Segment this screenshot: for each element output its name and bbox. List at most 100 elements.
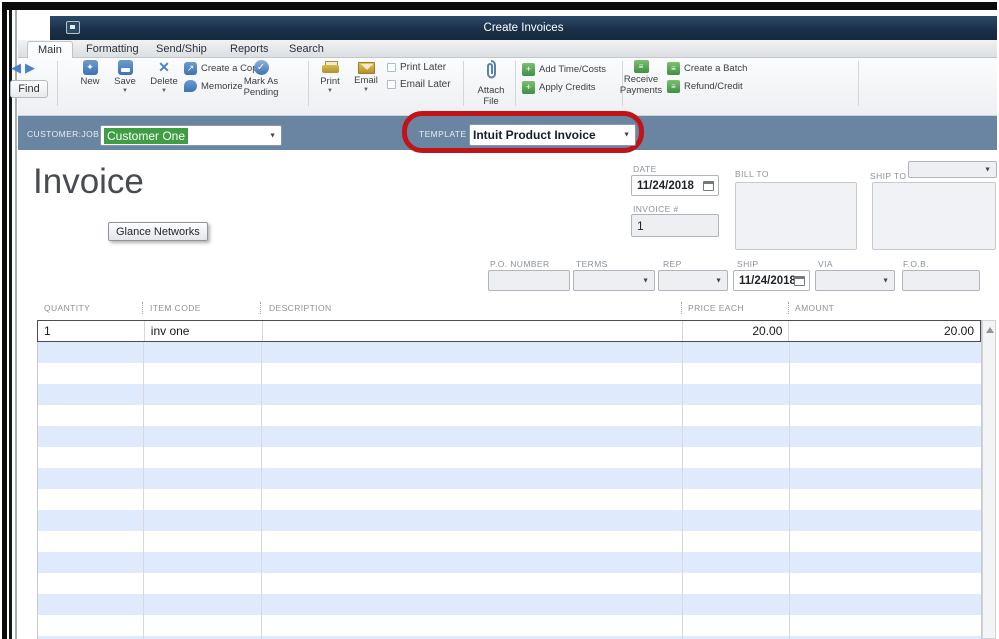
- tab-main[interactable]: Main: [27, 41, 73, 58]
- bill-to-box[interactable]: [735, 182, 857, 250]
- new-button[interactable]: ✦ New: [72, 60, 108, 87]
- grid-left-edge: [37, 320, 38, 639]
- rep-dropdown[interactable]: [658, 270, 728, 291]
- print-later-checkbox-icon[interactable]: [387, 63, 396, 72]
- apply-credits-button[interactable]: Apply Credits: [522, 81, 596, 94]
- delete-icon: [157, 60, 172, 75]
- chevron-down-icon[interactable]: [642, 277, 649, 284]
- po-number-field[interactable]: [488, 270, 570, 291]
- item-code-cell[interactable]: inv one: [144, 321, 262, 341]
- description-cell[interactable]: [262, 321, 682, 341]
- ship-to-box[interactable]: [872, 182, 996, 250]
- line-items-grid[interactable]: [38, 342, 981, 639]
- email-later-checkbox-icon[interactable]: [387, 80, 396, 89]
- receive-payments-icon: [634, 60, 649, 73]
- refund-credit-button[interactable]: Refund/Credit: [667, 80, 743, 93]
- envelope-icon: [358, 62, 375, 74]
- toolbar-separator: [858, 61, 859, 106]
- column-divider-dots: [142, 302, 143, 314]
- email-dropdown-caret-icon: [363, 87, 369, 93]
- tab-formatting[interactable]: Formatting: [76, 41, 149, 58]
- ship-to-combobox[interactable]: [908, 161, 997, 178]
- tab-search[interactable]: Search: [279, 41, 334, 58]
- amount-cell[interactable]: 20.00: [788, 321, 980, 341]
- forward-arrow-icon[interactable]: [25, 61, 35, 74]
- template-label: TEMPLATE: [419, 129, 466, 139]
- bill-to-label: BILL TO: [735, 169, 769, 179]
- delete-dropdown-caret-icon: [161, 88, 167, 94]
- print-button[interactable]: Print: [312, 61, 348, 94]
- memorize-bubble-icon: [184, 80, 197, 92]
- template-value: Intuit Product Invoice: [473, 128, 596, 142]
- quantity-cell[interactable]: 1: [38, 321, 144, 341]
- create-batch-icon: [667, 62, 680, 75]
- chevron-down-icon[interactable]: [984, 166, 991, 173]
- add-time-costs-button[interactable]: Add Time/Costs: [522, 63, 606, 76]
- save-icon: [118, 60, 133, 75]
- create-invoices-window: Create Invoices Main Formatting Send/Shi…: [0, 0, 999, 639]
- ship-to-label: SHIP TO: [870, 171, 906, 181]
- invoice-number-field[interactable]: 1: [631, 214, 719, 237]
- column-divider-dots: [260, 302, 261, 314]
- refund-credit-icon: [667, 80, 680, 93]
- email-button[interactable]: Email: [348, 62, 384, 93]
- column-divider-dots: [681, 302, 682, 314]
- invoice-heading: Invoice: [33, 162, 144, 202]
- frame-border-left-inner: [9, 10, 12, 639]
- rep-label: REP: [663, 259, 682, 269]
- add-time-costs-icon: [522, 63, 535, 76]
- table-row: 1 inv one 20.00 20.00: [37, 320, 981, 342]
- print-later-checkbox[interactable]: Print Later: [387, 62, 446, 73]
- fob-field[interactable]: [902, 270, 980, 291]
- chevron-down-icon[interactable]: [715, 277, 722, 284]
- email-later-checkbox[interactable]: Email Later: [387, 79, 451, 90]
- ship-label: SHIP: [737, 259, 758, 269]
- new-document-icon: ✦: [83, 60, 98, 75]
- window-menu-icon[interactable]: [66, 21, 80, 34]
- invoice-number-label: INVOICE #: [633, 204, 679, 214]
- chevron-down-icon[interactable]: [882, 277, 889, 284]
- create-a-batch-button[interactable]: Create a Batch: [667, 62, 747, 75]
- frame-border-left-gray: [15, 10, 17, 639]
- terms-label: TERMS: [576, 259, 608, 269]
- delete-button[interactable]: Delete: [143, 60, 185, 94]
- customer-job-label: CUSTOMER:JOB: [27, 129, 99, 139]
- receive-payments-button[interactable]: Receive Payments: [617, 60, 665, 96]
- mark-as-pending-button[interactable]: Mark As Pending: [237, 60, 285, 98]
- paperclip-icon: [484, 59, 498, 84]
- back-arrow-icon[interactable]: [11, 61, 21, 74]
- scroll-up-arrow-icon[interactable]: [986, 327, 994, 333]
- column-header-amount: AMOUNT: [795, 303, 834, 313]
- chevron-down-icon[interactable]: [623, 132, 630, 139]
- find-button[interactable]: Find: [10, 80, 48, 98]
- price-each-cell[interactable]: 20.00: [682, 321, 789, 341]
- calendar-icon[interactable]: [794, 276, 805, 286]
- toolbar-separator: [308, 61, 309, 106]
- tab-reports[interactable]: Reports: [220, 41, 279, 58]
- calendar-icon[interactable]: [703, 181, 714, 191]
- save-button[interactable]: Save: [107, 60, 143, 94]
- column-header-description: DESCRIPTION: [269, 303, 332, 313]
- chevron-down-icon[interactable]: [269, 132, 276, 139]
- attach-file-button[interactable]: Attach File: [469, 59, 513, 107]
- toolbar-separator: [515, 61, 516, 106]
- toolbar-separator: [57, 61, 58, 106]
- column-divider-dots: [788, 302, 789, 314]
- frame-border-top: [2, 2, 997, 10]
- nav-arrows[interactable]: [11, 61, 35, 74]
- terms-dropdown[interactable]: [573, 270, 655, 291]
- tab-send-ship[interactable]: Send/Ship: [146, 41, 217, 58]
- customer-job-combobox[interactable]: Customer One: [100, 125, 282, 146]
- date-field[interactable]: 11/24/2018: [631, 175, 719, 196]
- grid-scrollbar[interactable]: [982, 320, 996, 639]
- toolbar-separator: [463, 61, 464, 106]
- via-dropdown[interactable]: [815, 270, 895, 291]
- column-header-quantity: QUANTITY: [44, 303, 90, 313]
- copy-icon: ↗: [184, 62, 197, 75]
- glance-networks-tooltip: Glance Networks: [108, 222, 208, 241]
- template-combobox[interactable]: Intuit Product Invoice: [469, 124, 636, 146]
- grid-column-line: [143, 342, 144, 639]
- memorize-button[interactable]: Memorize: [184, 80, 243, 92]
- date-label: DATE: [633, 164, 657, 174]
- ship-date-field[interactable]: 11/24/2018: [733, 270, 810, 291]
